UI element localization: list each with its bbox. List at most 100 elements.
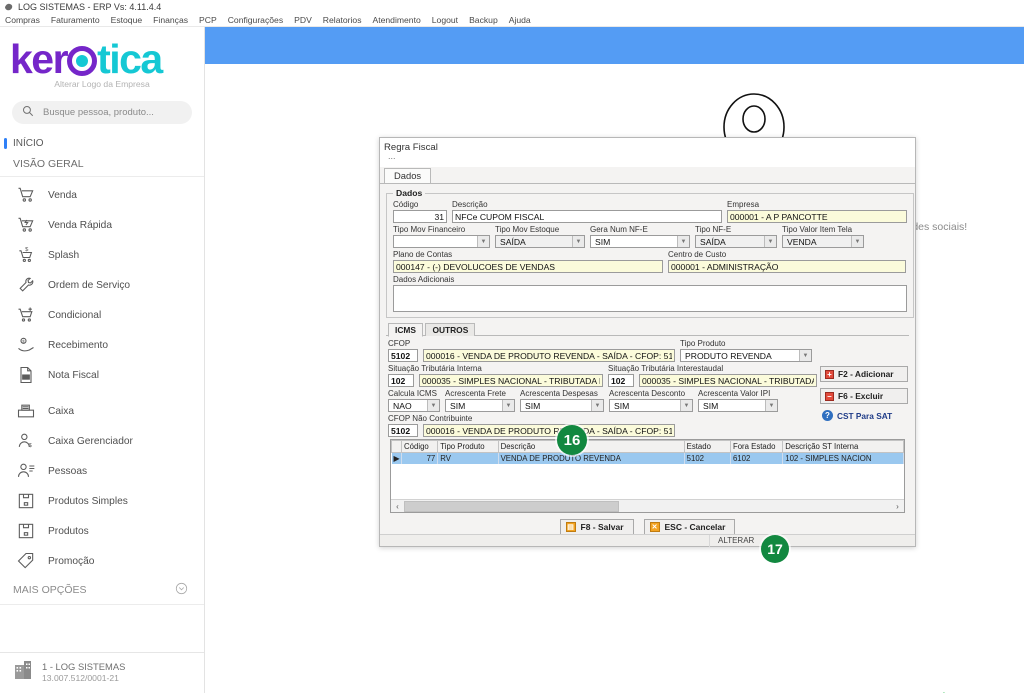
col-fora-estado[interactable]: Fora Estado bbox=[729, 440, 784, 453]
chevron-down-icon[interactable]: ▼ bbox=[677, 236, 689, 247]
menu-item-backup[interactable]: Backup bbox=[469, 15, 498, 25]
menu-item-logout[interactable]: Logout bbox=[432, 15, 458, 25]
acrescenta-despesas-select[interactable]: SIM ▼ bbox=[520, 399, 604, 412]
subtab-outros[interactable]: OUTROS bbox=[425, 323, 476, 336]
acrescenta-desconto-select[interactable]: SIM ▼ bbox=[609, 399, 693, 412]
chevron-down-icon[interactable]: ▼ bbox=[764, 236, 776, 247]
tipo-mov-financeiro-select[interactable]: ▼ bbox=[393, 235, 490, 248]
chevron-down-icon[interactable]: ▼ bbox=[427, 400, 439, 411]
cfop-nao-contribuinte-code-input[interactable] bbox=[388, 424, 418, 437]
sidebar-item-condicional[interactable]: Condicional bbox=[0, 300, 204, 330]
menu-item-compras[interactable]: Compras bbox=[5, 15, 40, 25]
cst-para-sat-link[interactable]: ? CST Para SAT bbox=[822, 410, 910, 421]
cfop-description-input[interactable] bbox=[423, 349, 675, 362]
cfop-code-input[interactable] bbox=[388, 349, 418, 362]
sidebar-item-venda[interactable]: Venda bbox=[0, 180, 204, 210]
chevron-down-icon[interactable]: ▼ bbox=[477, 236, 489, 247]
cfop-nao-contribuinte-description-input[interactable] bbox=[423, 424, 675, 437]
st-interestadual-code-input[interactable] bbox=[608, 374, 634, 387]
tipo-nfe-select[interactable]: SAÍDA ▼ bbox=[695, 235, 777, 248]
chevron-down-icon[interactable]: ▼ bbox=[502, 400, 514, 411]
menu-item-pdv[interactable]: PDV bbox=[294, 15, 312, 25]
st-interna-code-input[interactable] bbox=[388, 374, 414, 387]
table-row[interactable]: ▶ 77 RV VENDA DE PRODUTO REVENDA 5102 61… bbox=[391, 452, 904, 464]
menu-item-relatorios[interactable]: Relatorios bbox=[323, 15, 362, 25]
tipo-mov-estoque-select[interactable]: SAÍDA ▼ bbox=[495, 235, 585, 248]
centro-custo-input[interactable] bbox=[668, 260, 906, 273]
cancel-icon: ✕ bbox=[649, 522, 660, 532]
gera-num-nfe-select[interactable]: SIM ▼ bbox=[590, 235, 690, 248]
menu-item-configuracoes[interactable]: Configurações bbox=[228, 15, 283, 25]
calcula-icms-select[interactable]: NAO ▼ bbox=[388, 399, 440, 412]
sidebar-item-produtos[interactable]: Produtos bbox=[0, 516, 204, 546]
menu-item-ajuda[interactable]: Ajuda bbox=[509, 15, 531, 25]
excluir-button[interactable]: – F6 - Excluir bbox=[820, 388, 908, 404]
sidebar-item-venda-rapida[interactable]: Venda Rápida bbox=[0, 210, 204, 240]
menu-item-pcp[interactable]: PCP bbox=[199, 15, 217, 25]
menu-item-estoque[interactable]: Estoque bbox=[111, 15, 143, 25]
col-descricao[interactable]: Descrição bbox=[497, 440, 685, 453]
cancelar-button[interactable]: ✕ ESC - Cancelar bbox=[643, 519, 736, 535]
col-tipo-produto[interactable]: Tipo Produto bbox=[437, 440, 499, 453]
sidebar-item-caixa[interactable]: Caixa bbox=[0, 396, 204, 426]
plano-contas-input[interactable] bbox=[393, 260, 663, 273]
search-icon bbox=[22, 104, 34, 122]
sidebar-company-footer[interactable]: 1 - LOG SISTEMAS 13.007.512/0001-21 bbox=[0, 652, 204, 693]
sidebar-logo[interactable]: ker tica bbox=[0, 27, 204, 83]
tipo-mov-financeiro-label: Tipo Mov Financeiro bbox=[393, 225, 466, 234]
sidebar-item-produtos-simples[interactable]: Produtos Simples bbox=[0, 486, 204, 516]
chevron-down-icon[interactable]: ▼ bbox=[680, 400, 692, 411]
sidebar-item-splash[interactable]: $ Splash bbox=[0, 240, 204, 270]
menu-item-atendimento[interactable]: Atendimento bbox=[373, 15, 421, 25]
sidebar-more-options[interactable]: MAIS OPÇÕES bbox=[0, 576, 204, 605]
sidebar-item-nota-fiscal[interactable]: Nota Fiscal bbox=[0, 360, 204, 390]
chevron-down-icon[interactable]: ▼ bbox=[765, 400, 777, 411]
col-estado[interactable]: Estado bbox=[683, 440, 731, 453]
cfop-grid[interactable]: Código Tipo Produto Descrição Estado For… bbox=[390, 439, 905, 513]
acrescenta-valor-ipi-select[interactable]: SIM ▼ bbox=[698, 399, 778, 412]
salvar-button[interactable]: ▤ F8 - Salvar bbox=[559, 519, 634, 535]
acrescenta-frete-select[interactable]: SIM ▼ bbox=[445, 399, 515, 412]
tab-dados[interactable]: Dados bbox=[384, 168, 432, 183]
chevron-down-icon[interactable]: ▼ bbox=[591, 400, 603, 411]
search-box[interactable] bbox=[12, 101, 192, 124]
step-marker-17-label: 17 bbox=[767, 541, 783, 557]
scrollbar-thumb[interactable] bbox=[404, 500, 619, 512]
sidebar-item-recebimento[interactable]: $ Recebimento bbox=[0, 330, 204, 360]
sidebar-item-pessoas[interactable]: Pessoas bbox=[0, 456, 204, 486]
sidebar-item-label: Venda bbox=[48, 189, 77, 201]
wrench-icon bbox=[16, 275, 36, 295]
chevron-down-circle-icon[interactable] bbox=[175, 582, 188, 598]
descricao-input[interactable] bbox=[452, 210, 722, 223]
tipo-produto-select[interactable]: PRODUTO REVENDA ▼ bbox=[680, 349, 812, 362]
st-interestadual-description-input[interactable] bbox=[639, 374, 817, 387]
icms-outros-tabstrip[interactable]: ICMS OUTROS bbox=[386, 322, 909, 337]
search-input[interactable] bbox=[41, 106, 182, 119]
st-interna-description-input[interactable] bbox=[419, 374, 603, 387]
empresa-input[interactable] bbox=[727, 210, 907, 223]
chevron-down-icon[interactable]: ▼ bbox=[799, 350, 811, 361]
menu-item-faturamento[interactable]: Faturamento bbox=[51, 15, 100, 25]
adicionar-button[interactable]: + F2 - Adicionar bbox=[820, 366, 908, 382]
chevron-left-icon[interactable]: ‹ bbox=[391, 502, 404, 511]
subtab-icms[interactable]: ICMS bbox=[388, 323, 423, 337]
tag-icon bbox=[16, 551, 36, 571]
chevron-right-icon[interactable]: › bbox=[891, 502, 904, 511]
tipo-valor-item-tela-select[interactable]: VENDA ▼ bbox=[782, 235, 864, 248]
dialog-form-body: Dados Código Descrição Empresa bbox=[380, 184, 915, 541]
sidebar-item-inicio[interactable]: INÍCIO bbox=[0, 134, 204, 153]
chevron-down-icon[interactable]: ▼ bbox=[572, 236, 584, 247]
sidebar-item-caixa-gerenciador[interactable]: $ Caixa Gerenciador bbox=[0, 426, 204, 456]
col-codigo[interactable]: Código bbox=[401, 440, 439, 453]
menu-item-financas[interactable]: Finanças bbox=[153, 15, 188, 25]
chevron-down-icon[interactable]: ▼ bbox=[851, 236, 863, 247]
grid-horizontal-scrollbar[interactable]: ‹ › bbox=[391, 499, 904, 512]
dados-adicionais-textarea[interactable] bbox=[393, 285, 907, 312]
sidebar-item-ordem-de-servico[interactable]: Ordem de Serviço bbox=[0, 270, 204, 300]
col-descricao-st-interna[interactable]: Descrição ST Interna bbox=[782, 440, 904, 453]
change-logo-label[interactable]: Alterar Logo da Empresa bbox=[0, 79, 204, 97]
dialog-tabstrip[interactable]: Dados bbox=[380, 167, 915, 184]
sidebar-item-promocao[interactable]: Promoção bbox=[0, 546, 204, 576]
codigo-input[interactable] bbox=[393, 210, 447, 223]
main-menubar[interactable]: Compras Faturamento Estoque Finanças PCP… bbox=[0, 13, 1024, 27]
